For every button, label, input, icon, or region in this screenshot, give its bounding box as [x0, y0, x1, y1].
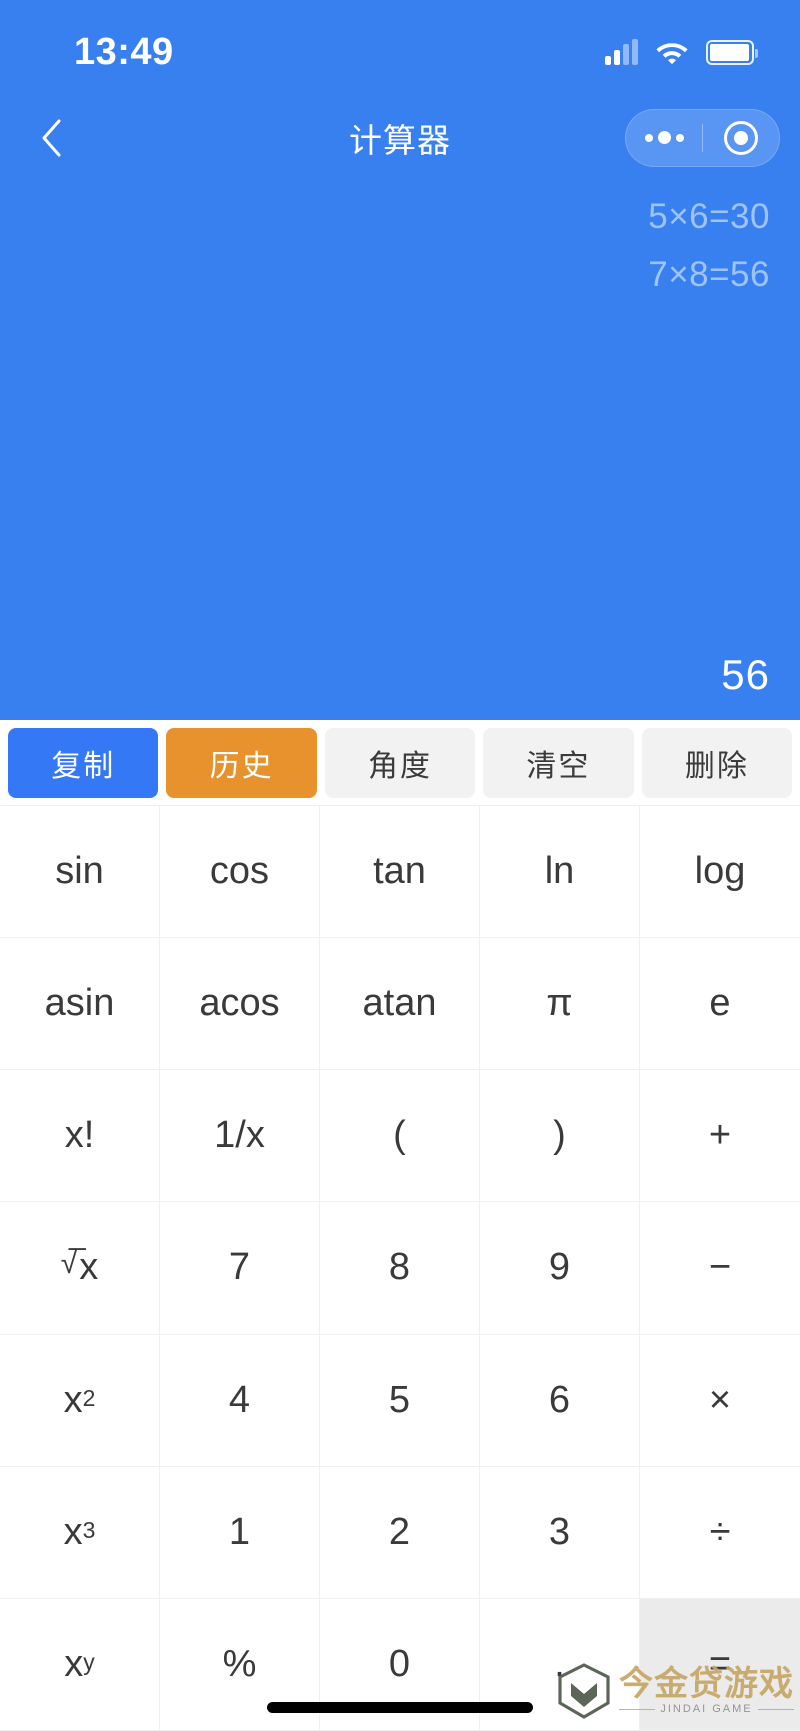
key-7[interactable]: 7	[160, 1202, 320, 1335]
key-label: +	[708, 1114, 732, 1157]
key-equals[interactable]: =	[640, 1598, 800, 1731]
key-paren-close[interactable]: )	[480, 1070, 640, 1203]
key-label: 1/x	[214, 1114, 265, 1157]
key-3[interactable]: 3	[480, 1466, 640, 1599]
key-label: 8	[388, 1246, 411, 1289]
key-label: 2	[388, 1510, 411, 1553]
key-square[interactable]: x2	[0, 1334, 160, 1467]
key-pi[interactable]: π	[480, 938, 640, 1071]
key-divide[interactable]: ÷	[640, 1466, 800, 1599]
key-label: acos	[199, 982, 280, 1025]
current-result: 56	[721, 651, 770, 698]
key-label: cos	[209, 850, 270, 893]
key-cube[interactable]: x3	[0, 1466, 160, 1599]
key-tan[interactable]: tan	[320, 806, 480, 939]
key-9[interactable]: 9	[480, 1202, 640, 1335]
key-acos[interactable]: acos	[160, 938, 320, 1071]
history-line: 5×6=30	[648, 197, 770, 236]
key-asin[interactable]: asin	[0, 938, 160, 1071]
key-label: 3	[548, 1510, 571, 1553]
calculator-keypad: sin cos tan ln log asin acos atan π e x! 1/x() + √̅ x 7…	[0, 805, 800, 1731]
key-paren-open[interactable]: (	[320, 1070, 480, 1203]
key-label: %	[222, 1642, 257, 1685]
action-button-row: 复制 历史 角度 清空 删除	[0, 720, 800, 805]
key-label: 5	[388, 1378, 411, 1421]
status-bar: 13:49	[0, 0, 800, 100]
status-icons	[605, 35, 758, 65]
key-factorial[interactable]: x!	[0, 1070, 160, 1203]
key-2[interactable]: 2	[320, 1466, 480, 1599]
key-label: (	[393, 1114, 406, 1157]
key-label: 9	[548, 1246, 571, 1289]
miniprogram-capsule	[625, 108, 780, 167]
key-1[interactable]: 1	[160, 1466, 320, 1599]
delete-button[interactable]: 删除	[641, 727, 793, 798]
key-label: 7	[228, 1246, 251, 1289]
key-label: π	[546, 982, 573, 1025]
back-chevron-icon[interactable]	[28, 115, 74, 161]
key-multiply[interactable]: ×	[640, 1334, 800, 1467]
key-minus[interactable]: −	[640, 1202, 800, 1335]
key-label: ×	[708, 1378, 732, 1421]
battery-icon	[706, 39, 758, 65]
more-dots-icon[interactable]	[626, 110, 702, 166]
key-label: −	[708, 1246, 732, 1289]
calculation-history: 5×6=30 7×8=56	[30, 197, 770, 295]
key-label: x	[63, 1378, 83, 1421]
key-label: sin	[55, 850, 104, 893]
target-circle-icon[interactable]	[703, 110, 779, 166]
key-label: .	[554, 1642, 565, 1685]
key-label: x	[79, 1246, 99, 1289]
key-label: x	[63, 1510, 83, 1553]
key-plus[interactable]: +	[640, 1070, 800, 1203]
key-label: x!	[64, 1114, 95, 1157]
key-label: 4	[228, 1378, 251, 1421]
cellular-signal-icon	[605, 39, 638, 65]
key-label: asin	[44, 982, 115, 1025]
key-label: e	[709, 982, 731, 1025]
key-label: 0	[388, 1642, 411, 1685]
key-6[interactable]: 6	[480, 1334, 640, 1467]
status-time: 13:49	[74, 31, 174, 73]
radical-icon: √̅	[60, 1246, 78, 1280]
key-log[interactable]: log	[640, 806, 800, 939]
key-sqrt[interactable]: √̅ x	[0, 1202, 160, 1335]
key-label: 1	[228, 1510, 251, 1553]
key-e[interactable]: e	[640, 938, 800, 1071]
key-5[interactable]: 5	[320, 1334, 480, 1467]
nav-bar: 计算器	[0, 100, 800, 175]
key-reciprocal[interactable]: 1/x	[160, 1070, 320, 1203]
key-ln[interactable]: ln	[480, 806, 640, 939]
copy-button[interactable]: 复制	[8, 727, 159, 798]
key-label: tan	[373, 850, 426, 893]
key-cos[interactable]: cos	[160, 806, 320, 939]
key-atan[interactable]: atan	[320, 938, 480, 1071]
key-label: atan	[362, 982, 437, 1025]
display-spacer	[30, 295, 770, 654]
calculator-display[interactable]: 5×6=30 7×8=56 56	[0, 175, 800, 720]
clear-button[interactable]: 清空	[483, 727, 634, 798]
history-line: 7×8=56	[648, 255, 770, 294]
calculator-app-screen: 13:49 计算器 5×6=30 7×8=56 56 复制 历史 角度 清空 删…	[0, 0, 800, 1731]
key-4[interactable]: 4	[160, 1334, 320, 1467]
key-label: log	[694, 850, 746, 893]
key-sin[interactable]: sin	[0, 806, 160, 939]
key-power[interactable]: xy	[0, 1598, 160, 1731]
history-button[interactable]: 历史	[166, 727, 317, 798]
wifi-icon	[656, 43, 688, 65]
key-label: ÷	[709, 1510, 731, 1553]
key-8[interactable]: 8	[320, 1202, 480, 1335]
key-label: 6	[548, 1378, 571, 1421]
key-label: =	[708, 1642, 732, 1685]
key-label: )	[553, 1114, 566, 1157]
key-label: x	[64, 1642, 84, 1685]
home-indicator	[267, 1702, 533, 1713]
key-label: ln	[544, 850, 575, 893]
angle-button[interactable]: 角度	[324, 727, 476, 798]
